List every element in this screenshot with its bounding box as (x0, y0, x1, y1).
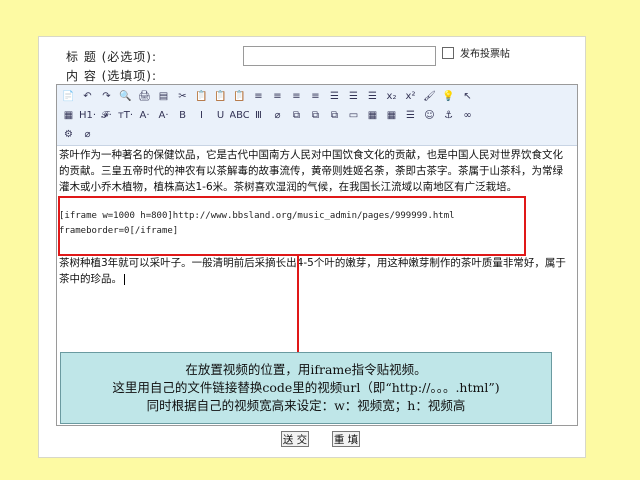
toolbar-button[interactable]: A· (135, 107, 154, 123)
content-paragraph-1: 茶叶作为一种著名的保健饮品，它是古代中国南方人民对中国饮食文化的贡献，也是中国人… (59, 149, 563, 193)
toolbar-button[interactable]: ⧉ (306, 107, 325, 123)
toolbar-button[interactable]: ≡ (249, 88, 268, 104)
vote-checkbox-label: 发布投票帖 (460, 49, 510, 60)
toolbar-button[interactable]: 🖨 (135, 88, 154, 104)
toolbar-button[interactable]: U (211, 107, 230, 123)
toolbar-row-2: ▦ H1· 𝓕· тT· A· A· B I U ABC Ⅲ ⌀ ⧉ ⧉ ⧉ ▭ ▦ ▦ ☰ ☺ ⚓ ∞ (59, 106, 477, 124)
content-paragraph-2: 茶树种植3年就可以采叶子。一般清明前后采摘长出4-5个叶的嫩芽，用这种嫩芽制作的… (59, 255, 573, 287)
toolbar-button[interactable]: ↷ (97, 88, 116, 104)
toolbar-button[interactable]: ABC (230, 107, 249, 123)
toolbar-button[interactable]: ☰ (325, 88, 344, 104)
toolbar-button[interactable]: B (173, 107, 192, 123)
content-paragraph-2-text: 茶树种植3年就可以采叶子。一般清明前后采摘长出4-5个叶的嫩芽，用这种嫩芽制作的… (59, 257, 566, 285)
annotation-callout: 在放置视频的位置，用iframe指令贴视频。 这里用自己的文件链接替换code里… (60, 352, 552, 424)
toolbar-button[interactable]: ↶ (78, 88, 97, 104)
toolbar-button[interactable]: ≡ (287, 88, 306, 104)
text-caret (124, 273, 125, 285)
toolbar-button[interactable]: ☰ (401, 107, 420, 123)
toolbar-button[interactable]: 💡 (439, 88, 458, 104)
toolbar-button[interactable]: I (192, 107, 211, 123)
toolbar-button[interactable]: 𝓕· (97, 107, 116, 123)
toolbar-button[interactable]: 📋 (211, 88, 230, 104)
toolbar-button[interactable]: ▭ (344, 107, 363, 123)
toolbar-button[interactable]: 📋 (230, 88, 249, 104)
toolbar-button[interactable]: ⌀ (78, 126, 97, 142)
toolbar-row-3: ⚙ ⌀ (59, 125, 97, 143)
toolbar-button[interactable]: тT· (116, 107, 135, 123)
vote-checkbox[interactable] (442, 46, 454, 59)
reset-button[interactable]: 重 填 (332, 431, 360, 447)
toolbar-button[interactable]: ⌀ (268, 107, 287, 123)
toolbar-button[interactable]: ▦ (363, 107, 382, 123)
toolbar-button[interactable]: ▤ (154, 88, 173, 104)
toolbar-button[interactable]: ☰ (363, 88, 382, 104)
callout-line (297, 256, 299, 352)
iframe-highlight-box (58, 196, 526, 256)
title-label: 标 题 (必选项): (66, 50, 158, 64)
toolbar-button[interactable]: 📋 (192, 88, 211, 104)
toolbar-button[interactable]: ↖ (458, 88, 477, 104)
toolbar-button[interactable]: 🖌 (420, 88, 439, 104)
vote-option[interactable]: 发布投票帖 (442, 45, 510, 60)
toolbar-button[interactable]: ☰ (344, 88, 363, 104)
toolbar-button[interactable]: ⚙ (59, 126, 78, 142)
toolbar-button[interactable]: ☺ (420, 107, 439, 123)
toolbar-button[interactable]: ▦ (59, 107, 78, 123)
toolbar-button[interactable]: ⚓ (439, 107, 458, 123)
annotation-line-3: 同时根据自己的视频宽高来设定：w：视频宽；h：视频高 (146, 398, 466, 413)
toolbar-button[interactable]: ▦ (382, 107, 401, 123)
toolbar-button[interactable]: ⧉ (287, 107, 306, 123)
toolbar-button[interactable]: 🔍 (116, 88, 135, 104)
editor-toolbar: 📄 ↶ ↷ 🔍 🖨 ▤ ✂ 📋 📋 📋 ≡ ≡ ≡ ≡ ☰ ☰ ☰ x₂ x² 🖌 💡 ↖ ▦ H1· 𝓕· тT· A· A· B I… (57, 85, 577, 146)
toolbar-button[interactable]: ⧉ (325, 107, 344, 123)
content-label: 内 容 (选填项): (66, 69, 158, 83)
toolbar-button[interactable]: x₂ (382, 88, 401, 104)
toolbar-button[interactable]: ≡ (268, 88, 287, 104)
toolbar-button[interactable]: x² (401, 88, 420, 104)
toolbar-row-1: 📄 ↶ ↷ 🔍 🖨 ▤ ✂ 📋 📋 📋 ≡ ≡ ≡ ≡ ☰ ☰ ☰ x₂ x² 🖌 💡 ↖ (59, 87, 477, 105)
toolbar-button[interactable]: ✂ (173, 88, 192, 104)
editor-content[interactable]: 茶叶作为一种著名的保健饮品，它是古代中国南方人民对中国饮食文化的贡献，也是中国人… (59, 147, 573, 195)
toolbar-button[interactable]: ≡ (306, 88, 325, 104)
toolbar-button[interactable]: H1· (78, 107, 97, 123)
annotation-line-1: 在放置视频的位置，用iframe指令贴视频。 (185, 362, 427, 377)
title-input[interactable] (243, 46, 436, 66)
toolbar-button[interactable]: ∞ (458, 107, 477, 123)
toolbar-button[interactable]: 📄 (59, 88, 78, 104)
submit-button[interactable]: 送 交 (281, 431, 309, 447)
toolbar-button[interactable]: A· (154, 107, 173, 123)
annotation-line-2: 这里用自己的文件链接替换code里的视频url（即“http://。。。.htm… (112, 380, 500, 395)
toolbar-button[interactable]: Ⅲ (249, 107, 268, 123)
